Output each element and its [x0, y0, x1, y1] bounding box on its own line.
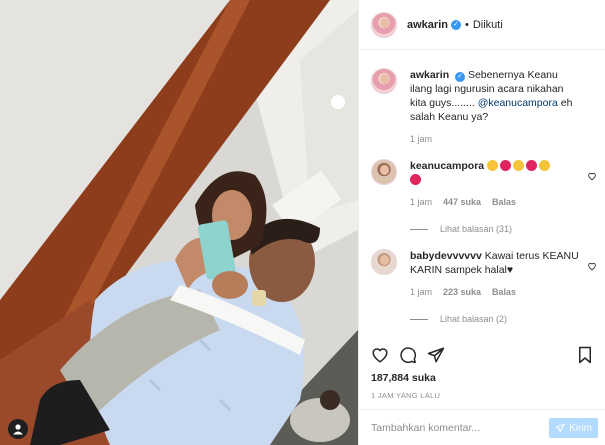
- action-bar: [359, 340, 605, 366]
- avatar[interactable]: [371, 159, 397, 185]
- share-icon[interactable]: [427, 346, 445, 364]
- replies-divider: [410, 228, 428, 230]
- reply-button[interactable]: Balas: [492, 197, 516, 207]
- instagram-post: awkarin ✓ • Diikuti awkarin ✓ Sebenernya…: [0, 0, 605, 445]
- heart-emoji-icon: [410, 174, 421, 185]
- heart-icon[interactable]: [371, 346, 389, 364]
- view-replies-button[interactable]: Lihat balasan (31): [410, 224, 599, 234]
- comment-item: keanucampora 1 jam 447 suka Balas Lihat …: [371, 159, 599, 234]
- heart-glyph: ♥: [506, 264, 514, 276]
- grinning-emoji-icon: [487, 160, 499, 171]
- comment-text: keanucampora: [410, 159, 582, 187]
- replies-divider: [410, 318, 428, 320]
- heart-emoji-icon: [526, 160, 538, 171]
- comment-username[interactable]: babydevvvvvv: [410, 250, 482, 262]
- send-icon: [555, 423, 565, 433]
- comment-like-heart-icon[interactable]: [587, 261, 597, 271]
- comment-text: babydevvvvvv Kawai terus KEANU KARIN sam…: [410, 249, 582, 277]
- tagged-people-button[interactable]: [8, 419, 28, 439]
- likes-count[interactable]: 187,884 suka: [371, 372, 436, 384]
- comment-likes[interactable]: 223 suka: [443, 287, 481, 297]
- person-icon: [13, 424, 23, 435]
- view-replies-label: Lihat balasan (2): [440, 314, 508, 324]
- comment-likes[interactable]: 447 suka: [443, 197, 481, 207]
- post-header: awkarin ✓ • Diikuti: [359, 0, 605, 50]
- comment-username[interactable]: keanucampora: [410, 160, 484, 172]
- follow-status-button[interactable]: Diikuti: [473, 19, 503, 31]
- verified-badge-icon: ✓: [450, 19, 461, 30]
- add-comment-bar: Kirim: [359, 409, 605, 445]
- post-timestamp[interactable]: 1 JAM YANG LALU: [371, 391, 440, 400]
- avatar[interactable]: [371, 11, 397, 38]
- view-replies-label: Lihat balasan (31): [440, 224, 513, 234]
- verified-badge-icon: ✓: [455, 72, 466, 82]
- comment-item: babydevvvvvv Kawai terus KEANU KARIN sam…: [371, 249, 599, 324]
- comment-like-heart-icon[interactable]: [587, 171, 597, 181]
- post-photo[interactable]: [0, 0, 358, 445]
- comment-list: awkarin ✓ Sebenernya Keanu ilang lagi ng…: [359, 51, 605, 339]
- grinning-emoji-icon: [513, 160, 525, 171]
- comment-icon[interactable]: [399, 346, 417, 364]
- caption-time[interactable]: 1 jam: [410, 134, 432, 144]
- comment-meta: 1 jam 223 suka Balas: [410, 287, 599, 297]
- caption: awkarin ✓ Sebenernya Keanu ilang lagi ng…: [371, 68, 599, 144]
- heart-emoji-icon: [500, 160, 512, 171]
- avatar[interactable]: [371, 68, 397, 94]
- post-photo-illustration: [0, 0, 358, 445]
- mention-link[interactable]: @keanucampora: [478, 97, 558, 109]
- grinning-emoji-icon: [539, 160, 551, 171]
- caption-text: awkarin ✓ Sebenernya Keanu ilang lagi ng…: [410, 68, 582, 124]
- comment-meta: 1 jam 447 suka Balas: [410, 197, 599, 207]
- reply-button[interactable]: Balas: [492, 287, 516, 297]
- post-side-panel: awkarin ✓ • Diikuti awkarin ✓ Sebenernya…: [358, 0, 605, 445]
- header-separator: •: [464, 18, 469, 31]
- bookmark-icon[interactable]: [576, 346, 594, 364]
- comment-input[interactable]: [371, 421, 557, 434]
- caption-username[interactable]: awkarin: [410, 69, 449, 81]
- comment-time[interactable]: 1 jam: [410, 287, 432, 297]
- header-username[interactable]: awkarin: [407, 19, 448, 31]
- avatar[interactable]: [371, 249, 397, 275]
- view-replies-button[interactable]: Lihat balasan (2): [410, 314, 599, 324]
- comment-time[interactable]: 1 jam: [410, 197, 432, 207]
- send-button[interactable]: Kirim: [549, 418, 598, 438]
- send-label: Kirim: [569, 422, 592, 434]
- caption-meta: 1 jam: [410, 134, 599, 144]
